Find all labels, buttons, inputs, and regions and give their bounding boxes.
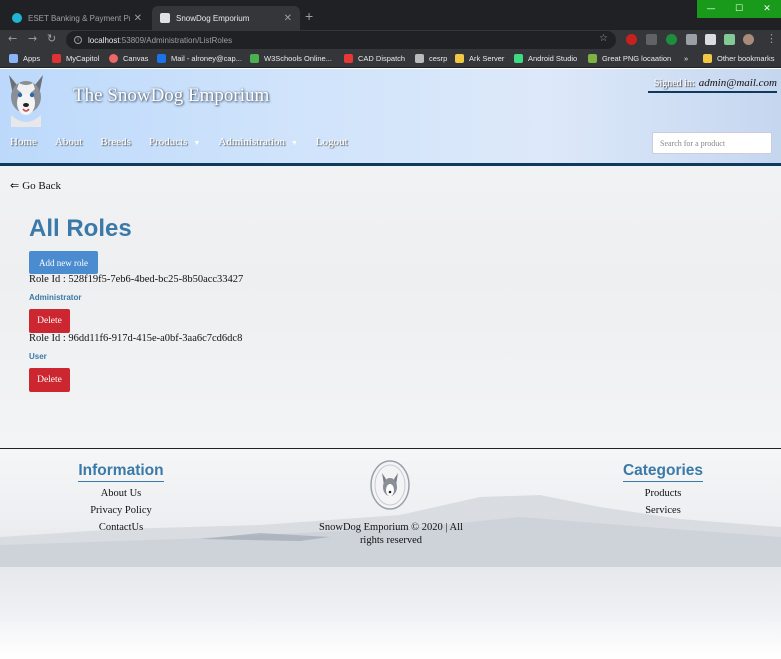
png-icon — [588, 54, 597, 63]
bookmark-cad-dispatch[interactable]: CAD Dispatch — [344, 54, 405, 63]
role-id-text: Role Id : 528f19f5-7eb6-4bed-bc25-8b50ac… — [29, 274, 244, 285]
nav-about[interactable]: About — [55, 136, 83, 148]
nav-breeds[interactable]: Breeds — [100, 136, 131, 148]
husky-logo-icon[interactable] — [3, 71, 49, 127]
footer-copyright: SnowDog Emporium © 2020 | All rights res… — [319, 522, 463, 546]
page-favicon-icon — [160, 13, 170, 23]
shield-icon — [52, 54, 61, 63]
bookmark-mail[interactable]: Mail - alroney@cap... — [157, 54, 242, 63]
reload-icon[interactable]: ↻ — [47, 32, 56, 45]
extension-icon[interactable] — [666, 34, 677, 45]
nav-logout[interactable]: Logout — [316, 136, 348, 148]
footer-link-about-us[interactable]: About Us — [63, 488, 179, 499]
site-header: The SnowDog Emporium Signed in: admin@mai… — [0, 69, 781, 166]
new-tab-icon[interactable]: + — [305, 9, 313, 23]
main-navigation: Home About Breeds Products ▼ Administrati… — [10, 136, 366, 148]
profile-avatar-icon[interactable] — [743, 34, 754, 45]
url-host: localhost — [88, 35, 120, 45]
page-title: All Roles — [29, 215, 132, 242]
bookmark-android-studio[interactable]: Android Studio — [514, 54, 577, 63]
bookmarks-bar: Apps MyCapitol Canvas Mail - alroney@cap… — [0, 50, 781, 68]
window-controls: — ☐ ✕ — [697, 0, 781, 18]
footer-link-privacy-policy[interactable]: Privacy Policy — [63, 505, 179, 516]
signed-in-email: admin@mail.com — [698, 77, 777, 89]
adblock-extension-icon[interactable] — [626, 34, 637, 45]
android-icon — [514, 54, 523, 63]
web-page: The SnowDog Emporium Signed in: admin@mai… — [0, 69, 781, 659]
dropdown-caret-icon: ▼ — [193, 139, 201, 147]
footer-information-title: Information — [78, 462, 164, 482]
delete-role-button[interactable]: Delete — [29, 368, 70, 392]
maximize-icon[interactable]: ☐ — [725, 0, 753, 18]
main-content: ⇐ Go Back All Roles Add new role Role Id … — [0, 166, 781, 448]
close-tab-icon[interactable]: ✕ — [134, 13, 142, 24]
bookmark-w3schools[interactable]: W3Schools Online... — [250, 54, 332, 63]
footer-categories-title: Categories — [622, 462, 704, 482]
signed-in-indicator: Signed in: admin@mail.com — [647, 77, 777, 93]
signed-in-label: Signed in: — [653, 78, 695, 89]
back-arrow-icon[interactable]: ← — [8, 32, 17, 45]
address-bar[interactable]: i localhost:53809/Administration/ListRol… — [66, 31, 616, 49]
browser-menu-icon[interactable]: ⋮ — [766, 32, 777, 45]
footer-link-services[interactable]: Services — [608, 505, 718, 516]
footer-link-products[interactable]: Products — [608, 488, 718, 499]
tab-title: SnowDog Emporium — [176, 13, 250, 23]
product-search-input[interactable]: Search for a product — [652, 132, 772, 154]
page-bottom-area — [0, 621, 781, 659]
forward-arrow-icon[interactable]: → — [28, 32, 37, 45]
footer-categories-column: Categories Products Services — [608, 462, 718, 516]
browser-toolbar: ← → ↻ i localhost:53809/Administration/L… — [0, 30, 781, 50]
delete-role-button[interactable]: Delete — [29, 309, 70, 333]
apps-grid-icon — [9, 54, 18, 63]
role-name: Administrator — [29, 293, 82, 302]
bookmarks-overflow[interactable]: » — [684, 54, 688, 63]
bookmark-other[interactable]: Other bookmarks — [703, 54, 775, 63]
bookmark-great-png[interactable]: Great PNG locaation — [588, 54, 671, 63]
site-footer: Information About Us Privacy Policy Cont… — [0, 448, 781, 621]
footer-link-contact-us[interactable]: ContactUs — [63, 522, 179, 533]
left-arrow-icon: ⇐ — [10, 179, 20, 192]
browser-tab-snowdog[interactable]: SnowDog Emporium ✕ — [152, 6, 300, 30]
bookmark-apps[interactable]: Apps — [9, 54, 40, 63]
footer-information-column: Information About Us Privacy Policy Cont… — [63, 462, 179, 533]
nav-administration[interactable]: Administration ▼ — [218, 136, 298, 148]
url-path: :53809/Administration/ListRoles — [119, 35, 233, 45]
eset-favicon-icon — [12, 13, 22, 23]
cad-icon — [344, 54, 353, 63]
go-back-link[interactable]: ⇐ Go Back — [10, 179, 61, 192]
bookmark-star-icon[interactable]: ☆ — [599, 33, 608, 44]
browser-tab-eset[interactable]: ESET Banking & Payment Protect ✕ — [4, 6, 150, 30]
puzzle-extensions-icon[interactable] — [724, 34, 735, 45]
canvas-icon — [109, 54, 118, 63]
outlook-icon — [157, 54, 166, 63]
add-new-role-button[interactable]: Add new role — [29, 251, 98, 274]
bookmark-ark-server[interactable]: Ark Server — [455, 54, 504, 63]
tab-title: ESET Banking & Payment Protect — [28, 13, 130, 23]
drive-extension-icon[interactable] — [686, 34, 697, 45]
extension-icon[interactable] — [646, 34, 657, 45]
close-tab-icon[interactable]: ✕ — [284, 13, 292, 24]
minimize-icon[interactable]: — — [697, 0, 725, 18]
nav-products[interactable]: Products ▼ — [149, 136, 200, 148]
cesrp-icon — [415, 54, 424, 63]
role-id-text: Role Id : 96dd11f6-917d-415e-a0bf-3aa6c7… — [29, 333, 243, 344]
role-name: User — [29, 352, 47, 361]
info-icon[interactable]: i — [74, 36, 82, 44]
site-title[interactable]: The SnowDog Emporium — [73, 85, 269, 107]
folder-icon — [703, 54, 712, 63]
close-window-icon[interactable]: ✕ — [753, 0, 781, 18]
w3schools-icon — [250, 54, 259, 63]
dropdown-caret-icon: ▼ — [290, 139, 298, 147]
folder-icon — [455, 54, 464, 63]
browser-tabstrip: ESET Banking & Payment Protect ✕ SnowDog… — [0, 0, 781, 30]
extension-icon[interactable] — [705, 34, 716, 45]
bookmark-canvas[interactable]: Canvas — [109, 54, 148, 63]
snowdog-emblem-icon — [370, 460, 410, 510]
bookmark-cesrp[interactable]: cesrp — [415, 54, 447, 63]
bookmark-mycapitol[interactable]: MyCapitol — [52, 54, 99, 63]
nav-home[interactable]: Home — [10, 136, 37, 148]
